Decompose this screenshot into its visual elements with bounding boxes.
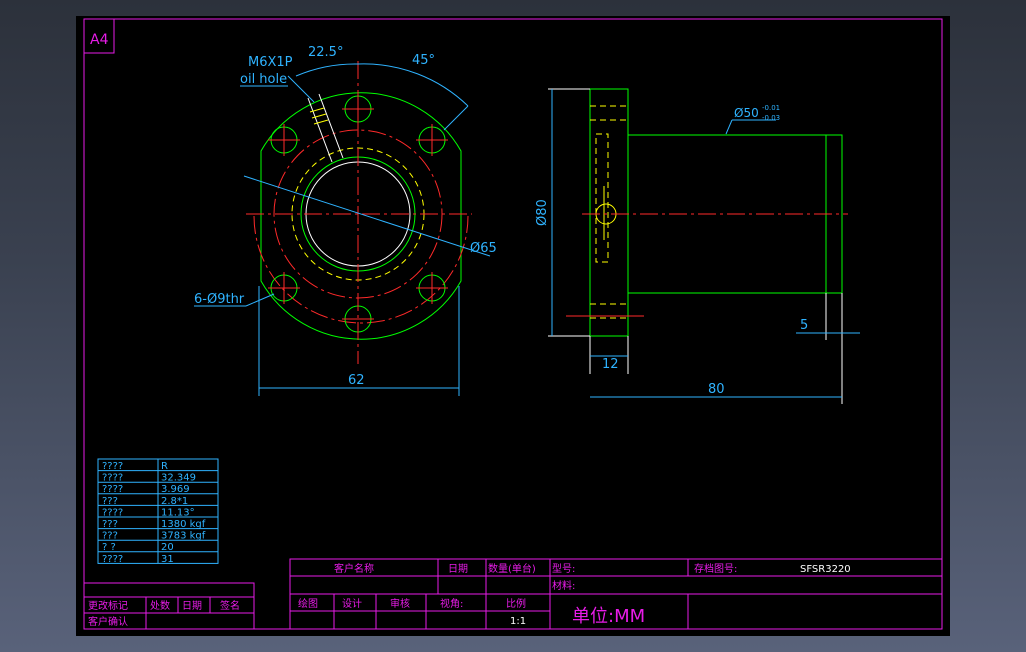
angle-arc-1 [295,63,359,77]
side-view: Ø80 Ø50 -0.01 -0.03 12 80 5 [535,88,860,404]
angle-22-5-label: 22.5° [308,45,343,60]
sign-label: 签名 [220,599,240,612]
change-date-label: 日期 [182,600,202,612]
drawing-sheet: A4 22.5° 45° M6X1P oil hole Ø65 6-Ø9thr … [76,16,950,636]
params-value: 31 [161,554,174,565]
draw-label: 绘图 [298,597,318,610]
customer-name-label: 客户名称 [334,562,374,575]
place-count-label: 处数 [150,599,170,612]
oil-hole [307,93,344,163]
scale-label: 比例 [506,597,526,610]
angle-arc-2 [357,63,469,107]
drawing-no-label: 存档图号: [694,562,737,575]
flange-thk-label: 12 [602,357,619,372]
view-label: 视角: [440,597,463,610]
sheet-size-label: A4 [90,32,109,48]
angle-45-label: 45° [412,53,435,68]
front-view: 22.5° 45° M6X1P oil hole Ø65 6-Ø9thr 62 [194,45,497,396]
flange-outline [260,92,462,340]
material-label: 材料: [552,579,575,592]
pcd-label: Ø65 [470,241,497,256]
thread-label: M6X1P [248,55,293,70]
model-label: 型号: [552,562,575,575]
flange-extension-arc [253,215,469,324]
params-table: ???? R???? 32.349???? 3.969 ??? 2.8*1???? 11.… [97,458,219,565]
drawing-no-value: SFSR3220 [800,564,851,575]
oil-hole-leader [287,75,315,103]
end-step-label: 5 [800,318,808,333]
shaft-tol-lower: -0.03 [762,114,780,122]
date-label: 日期 [448,563,468,575]
review-label: 审核 [390,597,410,610]
drawing-border [83,18,943,630]
change-mark-label: 更改标记 [88,599,128,612]
params-key: ???? [102,554,123,565]
total-len-label: 80 [708,382,725,397]
width-dim-label: 62 [348,373,365,388]
holes-label: 6-Ø9thr [194,292,245,307]
holes-leader [245,293,275,307]
flange-dia-label: Ø80 [535,199,550,226]
title-block: 客户名称 日期 数量(单台) 型号: 存档图号: SFSR3220 材料: 绘图… [83,558,943,630]
cad-drawing: A4 22.5° 45° M6X1P oil hole Ø65 6-Ø9thr … [83,18,943,630]
scale-value: 1:1 [510,616,526,627]
unit-text: 单位:MM [572,606,645,627]
shaft-dia-label: Ø50 [734,106,759,120]
shaft-tol-upper: -0.01 [762,104,780,112]
design-label: 设计 [342,597,362,610]
oil-hole-label: oil hole [240,72,287,87]
pcd-leader [243,175,491,257]
customer-confirm-label: 客户确认 [88,615,128,628]
qty-label: 数量(单台) [488,562,536,575]
